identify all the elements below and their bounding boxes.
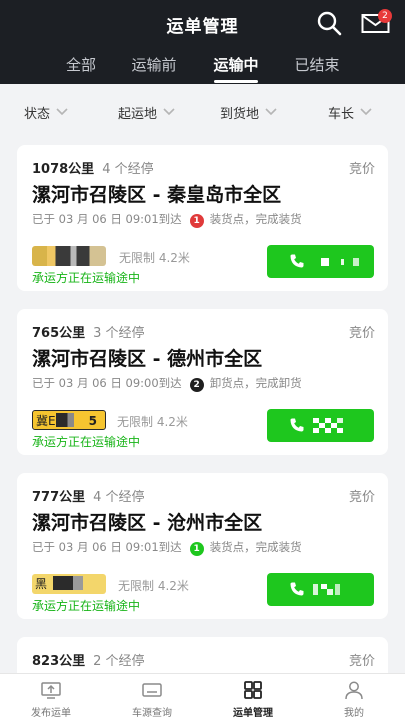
license-plate <box>32 246 106 266</box>
price-type: 竞价 <box>348 490 375 505</box>
price-type: 竞价 <box>348 326 375 341</box>
price-type: 竞价 <box>348 654 375 669</box>
tab-finished[interactable]: 已结束 <box>282 54 352 75</box>
order-card[interactable]: 823公里 2 个经停 竞价 <box>17 637 388 673</box>
order-card[interactable]: 777公里 4 个经停 竞价 漯河市召陵区 - 沧州市全区 已于 03 月 06 … <box>17 473 388 619</box>
tab-label: 已结束 <box>294 56 340 74</box>
order-card[interactable]: 765公里 3 个经停 竞价 漯河市召陵区 - 德州市全区 已于 03 月 06 … <box>17 309 388 455</box>
tab-all[interactable]: 全部 <box>46 54 116 75</box>
filter-label: 车长 <box>328 107 355 122</box>
plate-mask <box>53 576 94 590</box>
tab-label: 运输中 <box>213 56 259 74</box>
filter-status[interactable]: 状态 <box>24 103 69 122</box>
top-bar: 运单管理 2 <box>0 0 405 44</box>
nav-vehicle-search[interactable]: 车源查询 <box>112 680 192 719</box>
order-list: 1078公里 4 个经停 竞价 漯河市召陵区 - 秦皇岛市全区 已于 03 月 0… <box>0 136 405 673</box>
nav-label: 车源查询 <box>132 708 172 719</box>
tab-before-transport[interactable]: 运输前 <box>119 54 189 75</box>
order-distance: 1078公里 4 个经停 <box>32 158 154 177</box>
masked-phone-number <box>321 258 359 266</box>
stop-action: 卸货点，完成卸货 <box>209 376 302 390</box>
license-plate: 冀E 5 <box>32 410 106 430</box>
order-card[interactable]: 1078公里 4 个经停 竞价 漯河市召陵区 - 秦皇岛市全区 已于 03 月 0… <box>17 145 388 291</box>
masked-phone-number <box>313 418 343 433</box>
license-plate: 黑 <box>32 574 106 594</box>
order-distance: 765公里 3 个经停 <box>32 322 145 341</box>
vehicle-search-icon <box>142 683 162 697</box>
nav-label: 我的 <box>344 708 364 719</box>
arrival-time: 已于 03 月 06 日 09:01到达 <box>32 212 182 226</box>
stop-number-badge: 1 <box>189 214 204 228</box>
stop-action: 装货点，完成装货 <box>209 540 302 554</box>
nav-order-management[interactable]: 运单管理 <box>213 680 293 719</box>
call-driver-button[interactable] <box>267 245 374 278</box>
chevron-down-icon <box>265 108 277 116</box>
grid-icon <box>244 681 262 699</box>
tab-label: 全部 <box>65 56 96 74</box>
chevron-down-icon <box>163 108 175 116</box>
chevron-down-icon <box>56 108 68 116</box>
vehicle-spec: 无限制 4.2米 <box>119 251 190 265</box>
filter-origin[interactable]: 起运地 <box>118 103 176 122</box>
stops-text: 4 个经停 <box>102 162 154 177</box>
plate-mask <box>55 413 82 427</box>
distance-text: 765公里 <box>32 326 86 341</box>
order-distance: 777公里 4 个经停 <box>32 486 145 505</box>
transport-status: 承运方正在运输途中 <box>32 271 141 285</box>
phone-icon <box>290 418 304 432</box>
vehicle-spec: 无限制 4.2米 <box>117 415 188 429</box>
bottom-nav: 发布运单 车源查询 运单管理 我的 <box>0 673 405 720</box>
filter-label: 状态 <box>24 107 51 122</box>
plate-prefix: 黑 <box>35 577 48 591</box>
stop-number-badge: 2 <box>189 378 204 392</box>
nav-publish-order[interactable]: 发布运单 <box>11 680 91 719</box>
publish-icon <box>41 682 61 699</box>
nav-mine[interactable]: 我的 <box>314 680 394 719</box>
transport-status: 承运方正在运输途中 <box>32 599 141 613</box>
arrival-info: 已于 03 月 06 日 09:01到达 1 装货点，完成装货 <box>32 539 302 556</box>
filter-destination[interactable]: 到货地 <box>220 103 278 122</box>
price-type: 竞价 <box>348 162 375 177</box>
arrival-info: 已于 03 月 06 日 09:01到达 1 装货点，完成装货 <box>32 211 302 228</box>
distance-text: 777公里 <box>32 490 86 505</box>
arrival-time: 已于 03 月 06 日 09:01到达 <box>32 540 182 554</box>
stop-number-badge: 1 <box>189 542 204 556</box>
mail-badge: 2 <box>378 9 392 23</box>
distance-text: 1078公里 <box>32 162 95 177</box>
vehicle-spec: 无限制 4.2米 <box>118 579 189 593</box>
route-title: 漯河市召陵区 - 沧州市全区 <box>32 512 263 534</box>
order-distance: 823公里 2 个经停 <box>32 650 145 669</box>
page-title: 运单管理 <box>166 17 239 37</box>
transport-status: 承运方正在运输途中 <box>32 435 141 449</box>
route-title: 漯河市召陵区 - 秦皇岛市全区 <box>32 184 282 206</box>
user-icon <box>345 681 363 700</box>
stop-action: 装货点，完成装货 <box>209 212 302 226</box>
nav-label: 发布运单 <box>31 708 71 719</box>
search-icon[interactable] <box>316 10 342 36</box>
status-tabs: 全部 运输前 运输中 已结束 <box>0 44 405 84</box>
filter-bar: 状态 起运地 到货地 车长 <box>0 84 405 136</box>
plate-prefix: 冀E <box>36 414 56 428</box>
stops-text: 2 个经停 <box>93 654 145 669</box>
tab-underline <box>214 80 258 83</box>
filter-vehicle-length[interactable]: 车长 <box>328 103 373 122</box>
arrival-info: 已于 03 月 06 日 09:00到达 2 卸货点，完成卸货 <box>32 375 302 392</box>
tab-in-transport[interactable]: 运输中 <box>201 54 271 83</box>
filter-label: 起运地 <box>118 107 158 122</box>
phone-icon <box>290 582 304 596</box>
call-driver-button[interactable] <box>267 409 374 442</box>
arrival-time: 已于 03 月 06 日 09:00到达 <box>32 376 182 390</box>
stops-text: 3 个经停 <box>93 326 145 341</box>
call-driver-button[interactable] <box>267 573 374 606</box>
stops-text: 4 个经停 <box>93 490 145 505</box>
chevron-down-icon <box>360 108 372 116</box>
nav-label: 运单管理 <box>233 708 273 719</box>
phone-icon <box>290 254 304 268</box>
route-title: 漯河市召陵区 - 德州市全区 <box>32 348 263 370</box>
tab-label: 运输前 <box>131 56 177 74</box>
distance-text: 823公里 <box>32 654 86 669</box>
plate-suffix: 5 <box>88 414 97 428</box>
masked-phone-number <box>313 584 340 595</box>
filter-label: 到货地 <box>220 107 260 122</box>
